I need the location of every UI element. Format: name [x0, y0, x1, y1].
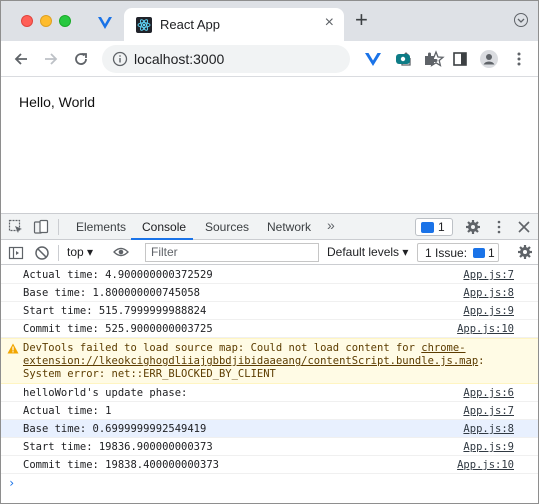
log-levels-dropdown[interactable]: Default levels ▾	[327, 245, 408, 259]
close-tab-icon[interactable]: ×	[325, 14, 334, 32]
console-message: Start time: 19836.900000000373	[23, 441, 213, 453]
issues-badge-count: 1	[438, 220, 445, 234]
tab-title: React App	[160, 17, 220, 32]
puzzle-icon[interactable]	[421, 49, 441, 69]
console-message: Base time: 1.800000000745058	[23, 287, 201, 299]
issues-count: 1	[488, 246, 495, 260]
tab-strip: React App × +	[1, 1, 538, 41]
message-icon	[473, 248, 485, 258]
info-icon[interactable]	[112, 51, 128, 67]
profile-avatar-icon[interactable]	[479, 49, 499, 69]
tab-console[interactable]: Console	[142, 220, 186, 234]
console-warning-row: DevTools failed to load source map: Coul…	[1, 338, 538, 384]
console-message: Actual time: 4.900000000372529	[23, 269, 213, 281]
sidebar-toggle-icon[interactable]	[8, 245, 24, 261]
address-bar[interactable]: localhost:3000	[102, 45, 445, 73]
source-link[interactable]: App.js:8	[463, 287, 514, 299]
console-output: Actual time: 4.900000000372529 App.js:7 …	[1, 266, 538, 503]
clear-console-icon[interactable]	[34, 245, 50, 261]
vue-devtools-icon[interactable]	[97, 15, 113, 31]
close-devtools-icon[interactable]	[516, 219, 532, 235]
source-link[interactable]: App.js:10	[457, 459, 514, 471]
devtools-panel: Elements Console Sources Network » 1 top…	[1, 213, 538, 503]
eye-icon[interactable]	[113, 245, 129, 259]
react-icon	[136, 17, 152, 33]
vue-devtools-icon[interactable]	[363, 49, 383, 69]
kebab-menu-icon[interactable]	[509, 49, 529, 69]
console-row: Start time: 515.7999999988824 App.js:9	[1, 302, 538, 320]
divider	[58, 219, 59, 235]
inspect-element-icon[interactable]	[8, 219, 24, 235]
warning-message: DevTools failed to load source map: Coul…	[23, 342, 523, 381]
console-row: Base time: 0.6999999992549419 App.js:8	[1, 420, 538, 438]
chevron-down-icon[interactable]	[514, 13, 528, 27]
tab-network[interactable]: Network	[267, 220, 311, 234]
side-panel-icon[interactable]	[450, 49, 470, 69]
console-message: Commit time: 19838.400000000373	[23, 459, 219, 471]
source-link[interactable]: App.js:10	[457, 323, 514, 335]
divider	[58, 245, 59, 261]
issues-badge[interactable]: 1	[415, 218, 453, 236]
close-window-button[interactable]	[21, 15, 33, 27]
console-toolbar: top ▾ Filter Default levels ▾ 1 Issue: 1	[1, 240, 538, 265]
page-content: Hello, World	[1, 78, 538, 213]
console-message: Actual time: 1	[23, 405, 112, 417]
tab-elements[interactable]: Elements	[76, 220, 126, 234]
maximize-window-button[interactable]	[59, 15, 71, 27]
more-tabs-button[interactable]: »	[327, 217, 335, 233]
message-icon	[421, 222, 434, 233]
console-message: Start time: 515.7999999988824	[23, 305, 207, 317]
source-link[interactable]: App.js:7	[463, 405, 514, 417]
console-row: Actual time: 4.900000000372529 App.js:7	[1, 266, 538, 284]
console-prompt[interactable]: ›	[1, 476, 538, 496]
tab-sources[interactable]: Sources	[205, 220, 249, 234]
console-row: Commit time: 19838.400000000373 App.js:1…	[1, 456, 538, 474]
issues-button[interactable]: 1 Issue: 1	[417, 243, 499, 262]
source-link[interactable]: App.js:8	[463, 423, 514, 435]
minimize-window-button[interactable]	[40, 15, 52, 27]
back-arrow-icon[interactable]	[11, 49, 31, 69]
console-row: helloWorld's update phase: App.js:6	[1, 384, 538, 402]
console-row: Commit time: 525.9000000003725 App.js:10	[1, 320, 538, 338]
reload-icon[interactable]	[71, 49, 91, 69]
console-settings-gear-icon[interactable]	[517, 244, 533, 260]
tab-react-app[interactable]: React App ×	[124, 8, 344, 41]
extension-icon[interactable]	[393, 49, 413, 69]
hello-text: Hello, World	[19, 94, 95, 110]
prompt-chevron-icon: ›	[8, 476, 16, 490]
browser-window: React App × + localhost:3000 Hello, Worl…	[0, 0, 539, 504]
filter-input[interactable]: Filter	[145, 243, 319, 262]
settings-gear-icon[interactable]	[465, 219, 481, 235]
warning-icon	[7, 343, 19, 354]
devtools-tab-bar: Elements Console Sources Network » 1	[1, 214, 538, 240]
console-row: Start time: 19836.900000000373 App.js:9	[1, 438, 538, 456]
warning-prefix: DevTools failed to load source map: Coul…	[23, 342, 422, 354]
source-link[interactable]: App.js:9	[463, 441, 514, 453]
url-text[interactable]: localhost:3000	[134, 51, 224, 67]
console-row: Base time: 1.800000000745058 App.js:8	[1, 284, 538, 302]
device-toolbar-icon[interactable]	[33, 219, 49, 235]
issues-label: 1 Issue:	[425, 246, 468, 260]
browser-toolbar: localhost:3000	[1, 41, 538, 77]
context-select[interactable]: top ▾	[67, 245, 93, 259]
console-row: Actual time: 1 App.js:7	[1, 402, 538, 420]
console-message: Commit time: 525.9000000003725	[23, 323, 213, 335]
source-link[interactable]: App.js:7	[463, 269, 514, 281]
new-tab-button[interactable]: +	[355, 9, 368, 31]
console-message: Base time: 0.6999999992549419	[23, 423, 207, 435]
console-message: helloWorld's update phase:	[23, 387, 188, 399]
source-link[interactable]: App.js:9	[463, 305, 514, 317]
source-link[interactable]: App.js:6	[463, 387, 514, 399]
forward-arrow-icon[interactable]	[41, 49, 61, 69]
kebab-menu-icon[interactable]	[491, 219, 507, 235]
